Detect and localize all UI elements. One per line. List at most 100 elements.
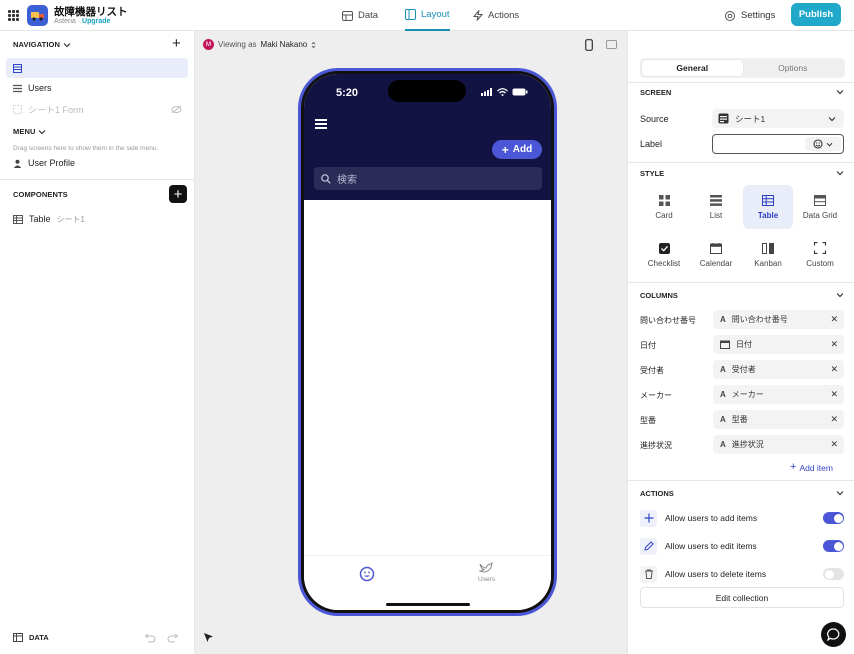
add-button[interactable]: + Add <box>492 140 542 159</box>
apps-grid-icon[interactable] <box>8 10 19 21</box>
remove-column-icon[interactable]: ✕ <box>830 339 838 350</box>
column-select[interactable]: A 受付者 ✕ <box>713 360 844 379</box>
screen-section-header: SCREEN <box>640 88 672 97</box>
column-select[interactable]: A 型番 ✕ <box>713 410 844 429</box>
hamburger-menu-icon[interactable] <box>315 119 327 129</box>
toggle-edit-items[interactable] <box>823 540 844 552</box>
style-option-data-grid[interactable]: Data Grid <box>795 185 845 229</box>
upgrade-link[interactable]: Upgrade <box>82 18 110 25</box>
chat-button[interactable] <box>821 622 846 647</box>
style-option-checklist[interactable]: Checklist <box>639 233 689 277</box>
data-footer-button[interactable]: DATA <box>13 633 49 642</box>
undo-icon[interactable] <box>144 634 156 643</box>
plus-icon <box>640 509 657 527</box>
column-select[interactable]: A 問い合わせ番号 ✕ <box>713 310 844 329</box>
properties-panel: General Options SCREEN Source シート1 Label… <box>627 31 854 654</box>
phone-view-icon[interactable] <box>585 39 593 51</box>
column-name: 進捗状況 <box>640 441 672 450</box>
remove-column-icon[interactable]: ✕ <box>830 439 838 450</box>
sidebar-item-form[interactable]: シート1 Form <box>6 99 188 119</box>
column-name: 受付者 <box>640 366 664 375</box>
source-select[interactable]: シート1 <box>712 109 844 128</box>
add-component-button[interactable]: + <box>169 185 187 203</box>
columns-section-header: COLUMNS <box>640 291 678 300</box>
column-select[interactable]: A メーカー ✕ <box>713 385 844 404</box>
calendar-icon <box>720 340 730 349</box>
pencil-icon <box>640 537 657 555</box>
toggle-delete-items[interactable] <box>823 568 844 580</box>
add-button-label: Add <box>512 144 533 155</box>
sidebar-item-table-screen[interactable] <box>6 58 188 78</box>
style-option-label: List <box>709 210 723 220</box>
tablet-view-icon[interactable] <box>606 40 617 49</box>
tab-options[interactable]: Options <box>743 60 844 76</box>
redo-icon[interactable] <box>167 634 179 643</box>
remove-column-icon[interactable]: ✕ <box>830 389 838 400</box>
tab-users[interactable]: Users <box>478 562 495 583</box>
sidebar-item-users[interactable]: Users <box>6 78 188 98</box>
label-icon-picker[interactable] <box>805 137 841 151</box>
tab-general[interactable]: General <box>642 60 743 76</box>
app-title[interactable]: 故障機器リスト <box>54 4 128 19</box>
toggle-add-items[interactable] <box>823 512 844 524</box>
remove-column-icon[interactable]: ✕ <box>830 364 838 375</box>
sidebar-item-label: シート1 Form <box>28 104 84 115</box>
add-screen-icon[interactable]: + <box>172 36 181 51</box>
org-name: Asteria <box>54 18 76 25</box>
menu-header[interactable]: MENU <box>13 127 46 136</box>
checklist-icon <box>658 242 670 254</box>
sidebar-item-label: Users <box>28 83 52 93</box>
column-select[interactable]: A 進捗状況 ✕ <box>713 435 844 454</box>
tab-data[interactable]: Data <box>342 0 378 31</box>
settings-label: Settings <box>741 10 776 21</box>
settings-button[interactable]: Settings <box>724 7 775 24</box>
chevron-down-icon <box>63 42 71 47</box>
search-input[interactable]: 検索 <box>314 167 542 190</box>
tab-layout[interactable]: Layout <box>405 0 450 31</box>
style-option-calendar[interactable]: Calendar <box>691 233 741 277</box>
tab-data-label: Data <box>358 10 379 21</box>
phone-screen: 5:20 + Add 検索 Users <box>304 74 551 610</box>
style-option-label: Custom <box>806 259 834 268</box>
chevron-down-icon[interactable] <box>836 170 844 176</box>
table-icon <box>13 214 23 224</box>
chevron-down-icon[interactable] <box>836 292 844 298</box>
table-icon <box>13 63 22 73</box>
top-bar: 故障機器リスト Asteria · Upgrade Data Layout Ac… <box>0 0 854 31</box>
style-option-table[interactable]: Table <box>743 185 793 229</box>
remove-column-icon[interactable]: ✕ <box>830 414 838 425</box>
tab-users-label: Users <box>478 576 495 583</box>
label-input[interactable] <box>712 134 844 154</box>
navigation-header[interactable]: NAVIGATION <box>13 40 71 49</box>
chevron-down-icon[interactable] <box>836 490 844 496</box>
tab-actions[interactable]: Actions <box>473 0 519 31</box>
chevron-down-icon <box>826 142 833 146</box>
component-item-table[interactable]: Table シート1 <box>6 209 188 229</box>
column-select[interactable]: 日付 ✕ <box>713 335 844 354</box>
column-value: 進捗状況 <box>731 440 764 449</box>
pointer-tool-icon[interactable] <box>203 632 214 643</box>
sidebar-item-user-profile[interactable]: User Profile <box>6 153 188 173</box>
eye-off-icon[interactable] <box>171 105 182 114</box>
smiley-icon[interactable] <box>359 566 375 582</box>
viewing-as-selector[interactable]: M Viewing as Maki Nakano <box>203 39 316 50</box>
trash-icon <box>640 565 657 583</box>
style-option-card[interactable]: Card <box>639 185 689 229</box>
chevron-down-icon[interactable] <box>836 89 844 95</box>
person-icon <box>13 159 22 168</box>
navigation-header-label: NAVIGATION <box>13 40 60 49</box>
style-option-list[interactable]: List <box>691 185 741 229</box>
style-option-custom[interactable]: Custom <box>795 233 845 277</box>
edit-collection-button[interactable]: Edit collection <box>640 587 844 608</box>
add-column-button[interactable]: + Add item <box>790 462 833 473</box>
left-sidebar: NAVIGATION + Users シート1 Form MENU Drag s… <box>0 31 195 654</box>
viewing-as-prefix: Viewing as <box>218 40 257 49</box>
style-option-kanban[interactable]: Kanban <box>743 233 793 277</box>
remove-column-icon[interactable]: ✕ <box>830 314 838 325</box>
chevron-down-icon <box>828 116 836 121</box>
publish-button[interactable]: Publish <box>791 3 841 26</box>
calendar-icon <box>710 242 722 254</box>
style-option-label: Checklist <box>647 258 681 268</box>
style-section-header: STYLE <box>640 169 665 178</box>
list-icon <box>13 84 22 92</box>
